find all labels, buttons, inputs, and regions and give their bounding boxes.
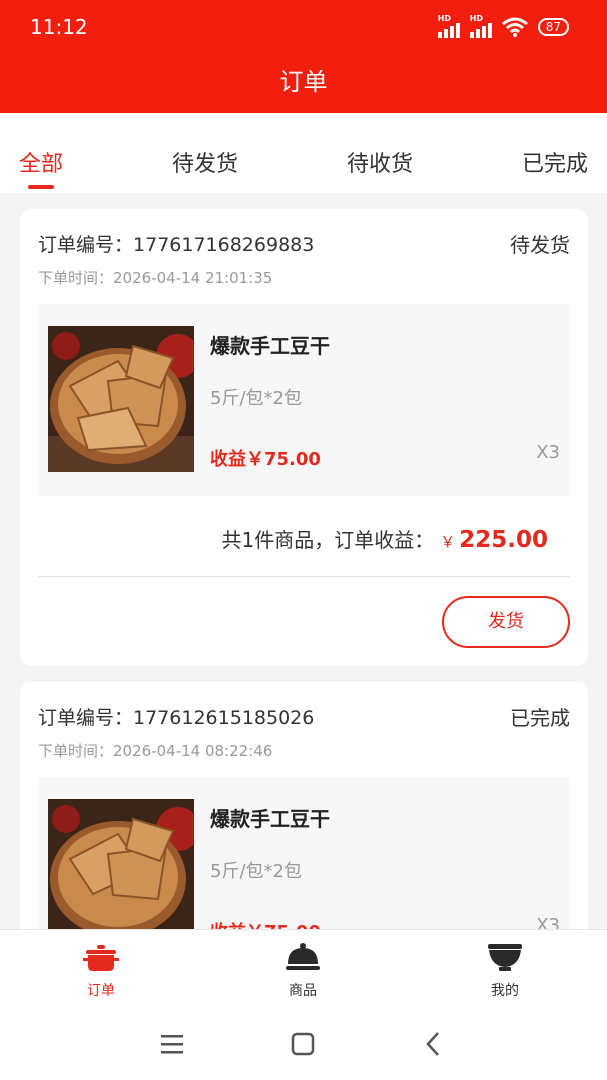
nav-orders[interactable]: 订单 bbox=[51, 940, 151, 1000]
product-name: 爆款手工豆干 bbox=[210, 807, 330, 831]
order-summary: 共1件商品，订单收益： ￥ 225.00 bbox=[221, 527, 548, 553]
product-image bbox=[48, 799, 194, 945]
product-earning: 收益￥75.00 bbox=[210, 449, 321, 470]
order-status: 已完成 bbox=[510, 706, 570, 730]
ship-button[interactable]: 发货 bbox=[442, 596, 570, 648]
bowl-icon bbox=[488, 944, 522, 971]
menu-icon[interactable] bbox=[157, 1029, 187, 1059]
product-spec: 5斤/包*2包 bbox=[210, 861, 302, 882]
bottom-navigation: 订单 商品 我的 bbox=[0, 929, 607, 1009]
order-card[interactable]: 订单编号：177617168269883 待发货 下单时间：2026-04-14… bbox=[20, 209, 588, 666]
order-total: 225.00 bbox=[459, 527, 548, 553]
status-time: 11:12 bbox=[30, 15, 88, 39]
order-tabs: 全部 待发货 待收货 已完成 bbox=[0, 113, 607, 193]
app-header: 11:12 HD HD 87 订单 bbox=[0, 0, 607, 113]
wifi-icon bbox=[501, 17, 528, 37]
order-card[interactable]: 订单编号：177612615185026 已完成 下单时间：2026-04-14… bbox=[20, 682, 588, 969]
page-title: 订单 bbox=[279, 68, 328, 96]
order-number: 订单编号：177617168269883 bbox=[38, 234, 315, 256]
product-quantity: X3 bbox=[536, 442, 560, 463]
back-icon[interactable] bbox=[419, 1029, 449, 1059]
product-image bbox=[48, 326, 194, 472]
active-tab-indicator bbox=[28, 185, 54, 189]
home-icon[interactable] bbox=[288, 1029, 318, 1059]
product-spec: 5斤/包*2包 bbox=[210, 388, 302, 409]
nav-profile[interactable]: 我的 bbox=[455, 940, 555, 1000]
cloche-icon bbox=[286, 943, 320, 970]
order-time: 下单时间：2026-04-14 08:22:46 bbox=[38, 742, 273, 760]
signal-2-icon: HD bbox=[469, 14, 492, 38]
tab-completed[interactable]: 已完成 bbox=[522, 146, 588, 178]
nav-products[interactable]: 商品 bbox=[253, 940, 353, 1000]
product-row[interactable]: 爆款手工豆干 5斤/包*2包 收益￥75.00 X3 bbox=[38, 304, 570, 496]
tab-pending-shipment[interactable]: 待发货 bbox=[172, 146, 238, 178]
divider bbox=[38, 576, 570, 577]
order-status: 待发货 bbox=[510, 233, 570, 257]
tab-pending-receipt[interactable]: 待收货 bbox=[347, 146, 413, 178]
product-name: 爆款手工豆干 bbox=[210, 334, 330, 358]
signal-1-icon: HD bbox=[437, 14, 460, 38]
status-icons: HD HD 87 bbox=[437, 14, 569, 38]
pot-icon bbox=[83, 945, 119, 971]
tab-all[interactable]: 全部 bbox=[19, 146, 63, 178]
battery-indicator: 87 bbox=[537, 18, 569, 36]
system-navigation bbox=[0, 1009, 607, 1080]
order-number: 订单编号：177612615185026 bbox=[38, 707, 315, 729]
order-time: 下单时间：2026-04-14 21:01:35 bbox=[38, 269, 273, 287]
